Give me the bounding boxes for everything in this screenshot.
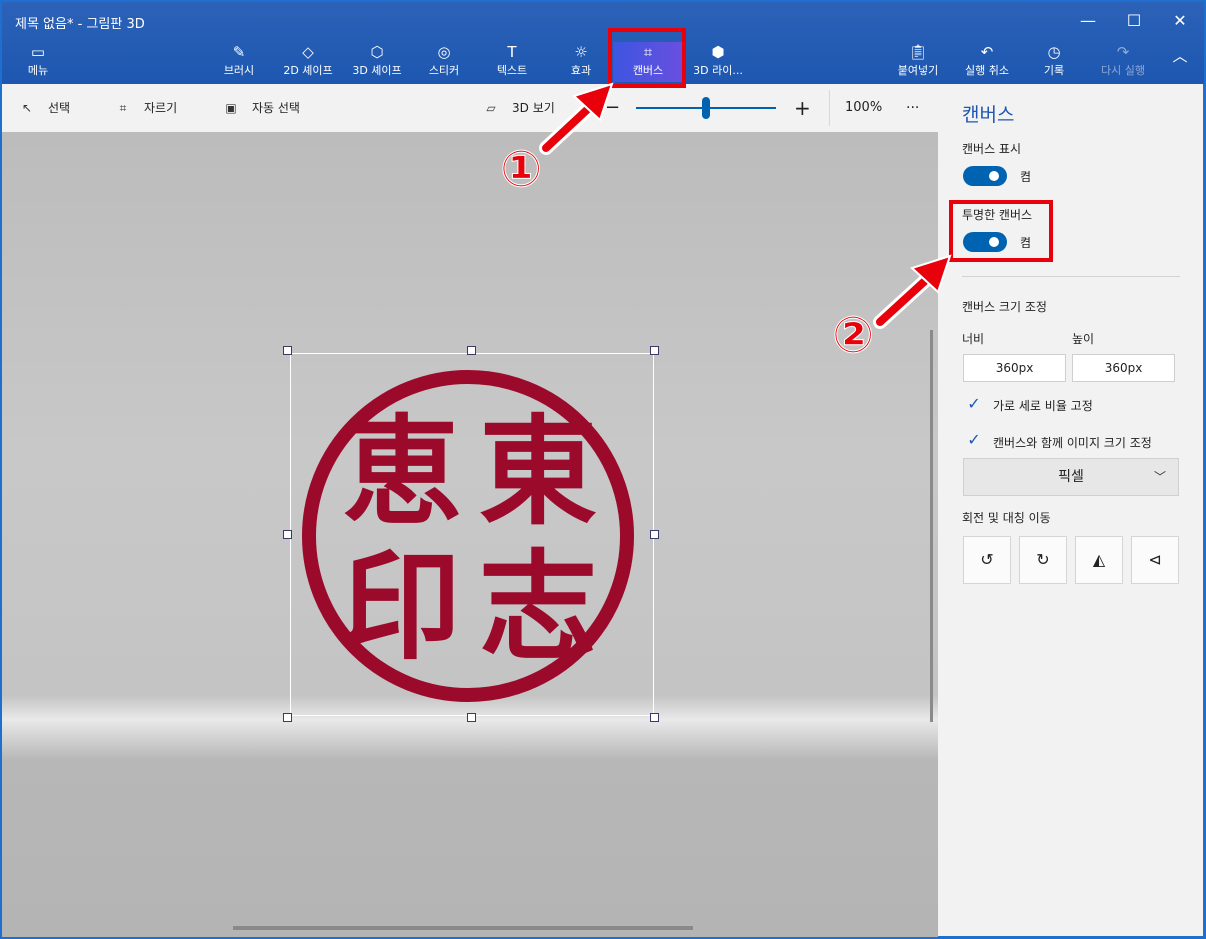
annotation-number-1: ① — [499, 140, 543, 198]
arrow-1-shaft — [542, 103, 594, 152]
annotation-number-2: ② — [831, 306, 875, 364]
window: 제목 없음* - 그림판 3D — ☐ ✕ ▭ 메뉴 ✎ 브러시 ◇ 2D 셰이… — [0, 0, 1206, 939]
annotation-arrows — [539, 82, 952, 329]
arrow-2-shaft — [876, 276, 930, 326]
